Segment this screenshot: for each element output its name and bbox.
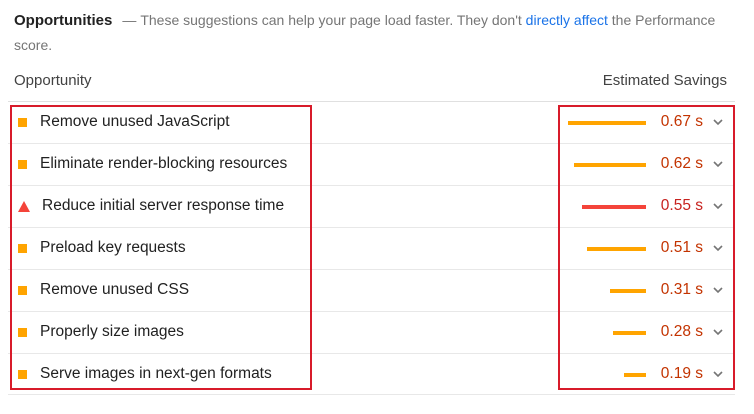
section-title: Opportunities — [14, 12, 113, 29]
column-header-estimated-savings: Estimated Savings — [602, 72, 727, 89]
header-description: These suggestions can help your page loa… — [140, 12, 526, 28]
savings-highlight-box — [558, 105, 735, 390]
opportunities-header: Opportunities — These suggestions can help… — [14, 8, 734, 58]
opportunity-highlight-box — [10, 105, 312, 390]
column-header-opportunity: Opportunity — [14, 72, 92, 89]
header-dash: — — [122, 12, 137, 28]
directly-affect-link[interactable]: directly affect — [526, 12, 608, 28]
